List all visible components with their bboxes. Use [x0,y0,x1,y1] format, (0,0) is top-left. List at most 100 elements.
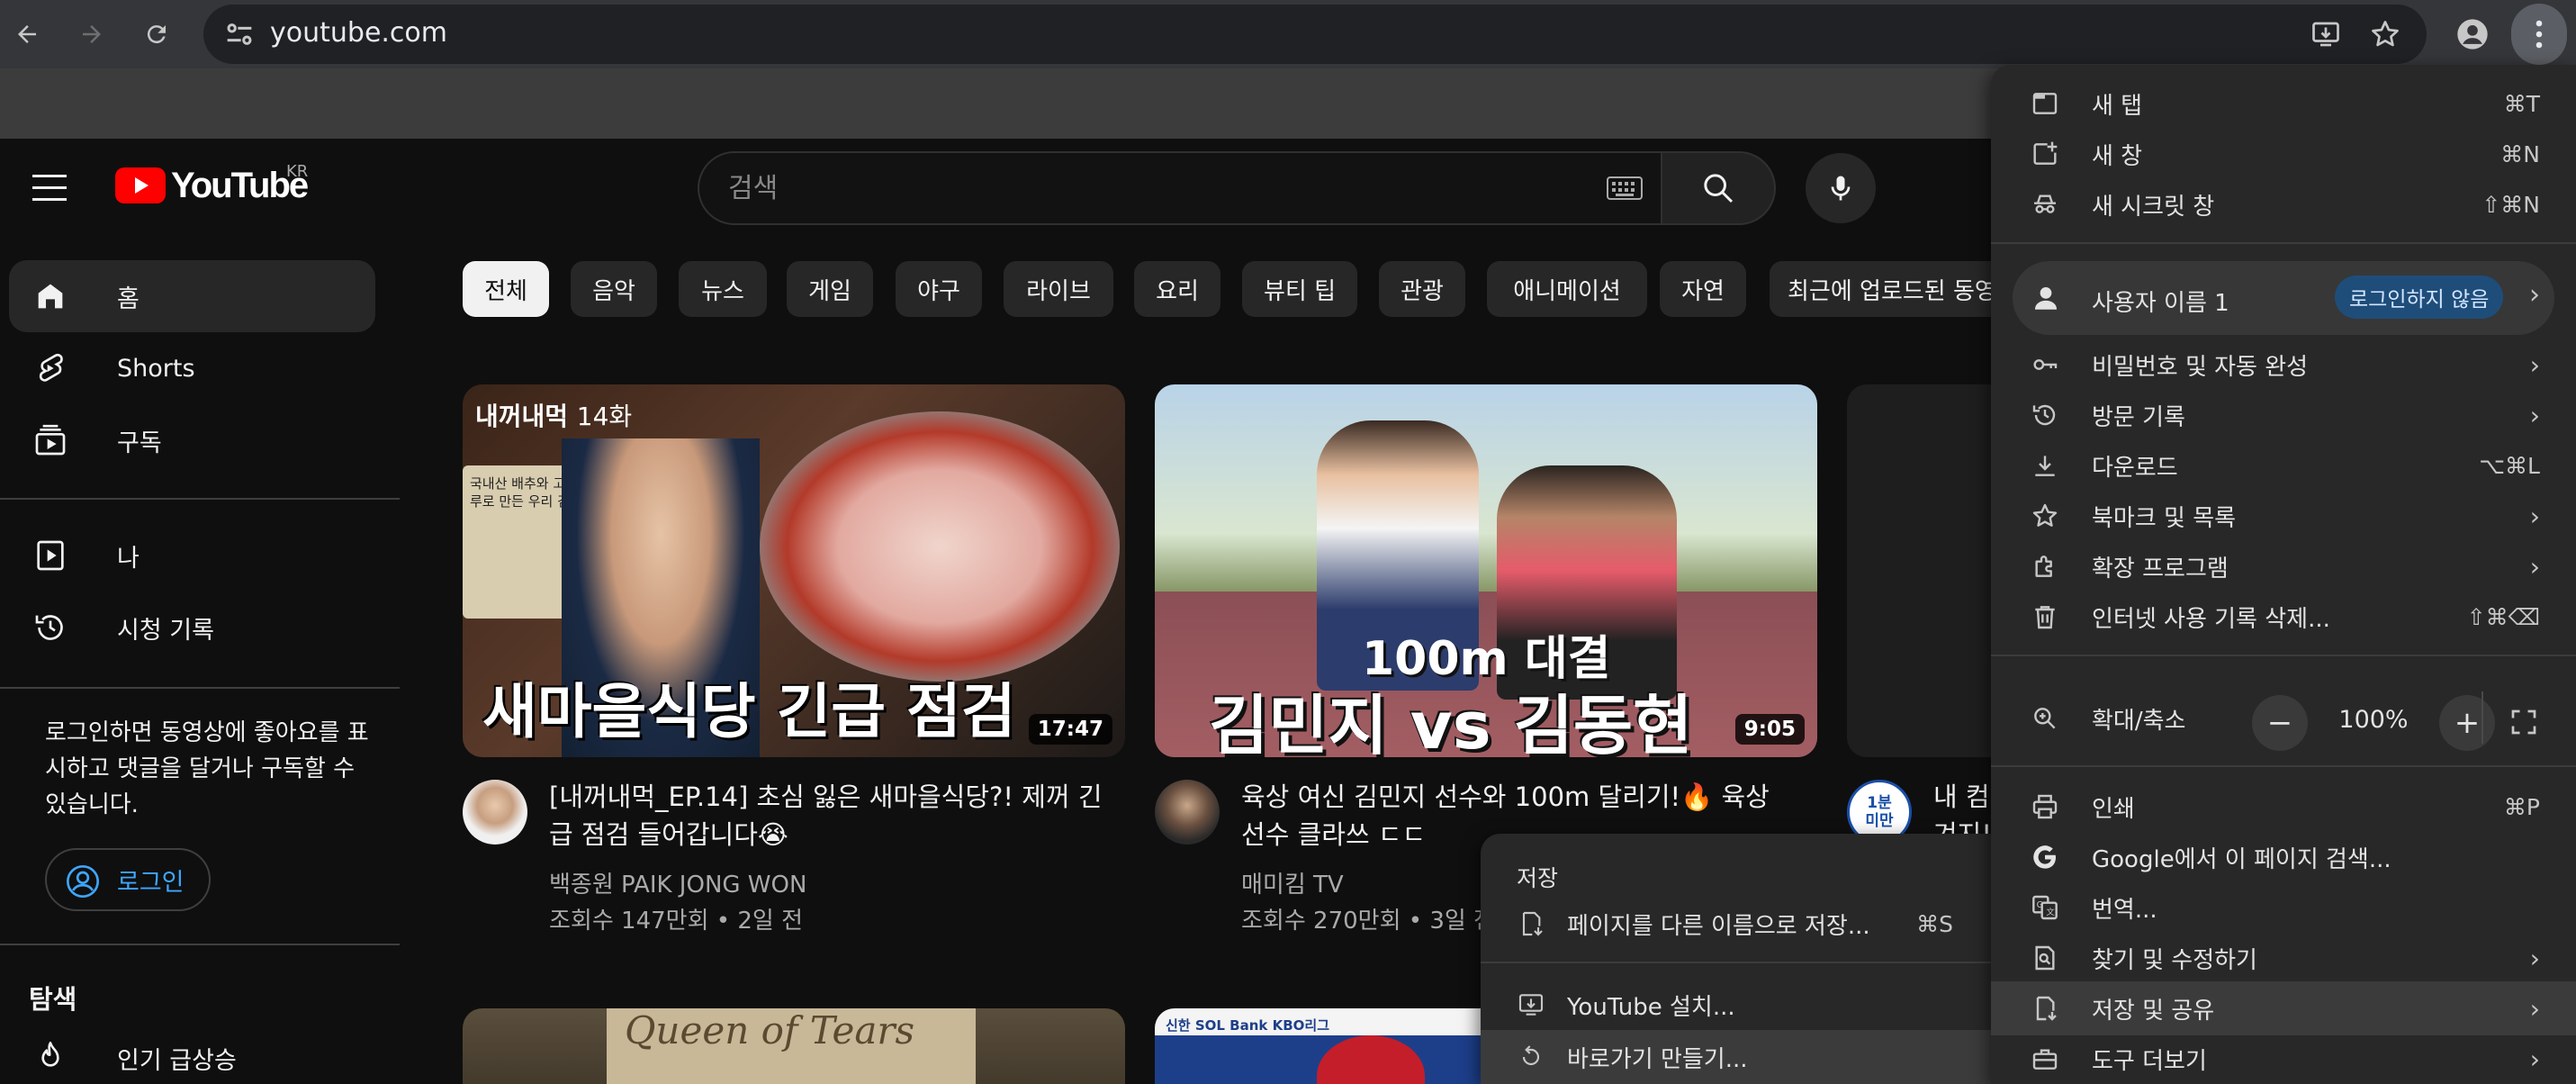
video-title[interactable]: [내꺼내먹_EP.14] 초심 잃은 새마을식당?! 제꺼 긴급 점검 들어갑니… [549,778,1125,854]
menu-passwords-autofill[interactable]: 비밀번호 및 자동 완성 › [1991,339,2576,390]
url-text[interactable]: youtube.com [270,17,447,49]
forward-icon[interactable] [70,13,113,56]
submenu-divider [1481,962,1991,963]
menu-clear-browsing-data[interactable]: 인터넷 사용 기록 삭제... ⇧⌘⌫ [1991,592,2576,642]
menu-extensions[interactable]: 확장 프로그램 › [1991,541,2576,592]
chip-music[interactable]: 음악 [571,261,657,317]
menu-downloads[interactable]: 다운로드 ⌥⌘L [1991,440,2576,491]
tune-icon[interactable] [221,16,257,52]
video-thumbnail[interactable]: 국내산 배추와 고춧가루로 만든 우리 김치 내꺼내먹 14화 새마을식당 긴급… [463,384,1125,757]
zoom-in-button[interactable]: + [2439,695,2495,751]
video-thumbnail[interactable]: 신한 SOL Bank KBO리그 [1155,1008,1515,1084]
sidebar-item-label: 구독 [117,429,162,457]
voice-search-button[interactable] [1806,153,1876,223]
profile-icon[interactable] [2453,14,2492,54]
chip-animation[interactable]: 애니메이션 [1487,261,1647,317]
chip-live[interactable]: 라이브 [1004,261,1113,317]
menu-divider [1991,242,2576,244]
trash-icon [2035,606,2055,629]
save-page-icon [1522,911,1543,936]
chip-news[interactable]: 뉴스 [679,261,767,317]
duration-badge: 9:05 [1734,714,1805,745]
menu-print[interactable]: 인쇄 ⌘P [1991,781,2576,832]
menu-translate[interactable]: G文 번역... [1991,882,2576,933]
sidebar-item-label: 인기 급상승 [117,1046,237,1075]
sidebar-divider [0,687,400,689]
sidebar-item-you[interactable]: 나 [9,519,375,592]
login-button[interactable]: 로그인 [45,848,211,911]
thumb-caption: 김민지 vs 김동현 [1209,688,1693,757]
channel-avatar[interactable] [1155,780,1220,845]
subscriptions-icon [35,424,66,456]
search-button[interactable] [1662,151,1776,225]
shorts-icon [39,353,63,382]
video-meta: 조회수 147만회 • 2일 전 [549,908,804,935]
video-thumbnail[interactable]: 100m 대결 김민지 vs 김동현 9:05 [1155,384,1817,757]
search-input[interactable] [728,169,1538,207]
chip-tourism[interactable]: 관광 [1379,261,1465,317]
kebab-menu-icon[interactable] [2511,4,2567,65]
chip-cooking[interactable]: 요리 [1134,261,1220,317]
channel-avatar[interactable] [463,780,527,845]
keyboard-icon[interactable] [1607,175,1643,202]
svg-text:G: G [2037,900,2043,910]
you-icon [37,540,64,571]
menu-bookmarks[interactable]: 북마크 및 목록 › [1991,491,2576,541]
menu-new-incognito[interactable]: 새 시크릿 창 ⇧⌘N [1991,179,2576,230]
thumb-caption: 새마을식당 긴급 점검 [482,677,1016,746]
chevron-right-icon: › [2529,400,2540,430]
chevron-right-icon: › [2529,1043,2540,1074]
chevron-right-icon: › [2529,501,2540,531]
youtube-logo-icon[interactable] [115,167,166,203]
chip-gaming[interactable]: 게임 [787,261,873,317]
chip-all[interactable]: 전체 [463,261,549,317]
menu-find-and-edit[interactable]: 찾기 및 수정하기 › [1991,933,2576,983]
sidebar-item-trending[interactable]: 인기 급상승 [9,1022,375,1084]
sidebar-item-home[interactable]: 홈 [9,260,375,332]
submenu-header: 저장 [1517,865,1559,891]
fullscreen-icon[interactable] [2508,706,2540,738]
bookmark-star-icon[interactable] [2365,14,2405,54]
sidebar-item-shorts[interactable]: Shorts [9,332,375,404]
chip-nature[interactable]: 자연 [1660,261,1746,317]
browser-toolbar: youtube.com [0,0,2576,68]
zoom-out-button[interactable]: − [2252,695,2308,751]
sidebar-item-subscriptions[interactable]: 구독 [9,404,375,476]
save-page-as-item[interactable]: 페이지를 다른 이름으로 저장... ⌘S [1481,899,1991,949]
menu-more-tools[interactable]: 도구 더보기 › [1991,1034,2576,1084]
channel-name[interactable]: 매미킴 TV [1241,866,1344,899]
menu-new-tab[interactable]: 새 탭 ⌘T [1991,78,2576,129]
star-icon [2032,503,2058,527]
key-icon [2033,359,2058,370]
save-share-icon [2036,996,2057,1021]
install-app-icon[interactable] [2306,14,2346,54]
chip-baseball[interactable]: 야구 [896,261,982,317]
menu-google-search-page[interactable]: Google에서 이 페이지 검색... [1991,832,2576,882]
install-youtube-item[interactable]: YouTube 설치... [1481,980,1991,1030]
download-icon [2035,456,2055,476]
sidebar-item-history[interactable]: 시청 기록 [9,592,375,664]
toolbox-icon [2032,1049,2058,1070]
chevron-right-icon: › [2529,943,2540,973]
reload-icon[interactable] [135,13,178,56]
search-box [698,151,1662,225]
back-icon[interactable] [5,13,49,56]
chip-beauty-tips[interactable]: 뷰티 팁 [1242,261,1357,317]
duration-badge: 17:47 [1028,714,1112,745]
google-icon [2033,845,2056,869]
hamburger-menu-icon[interactable] [32,171,74,205]
account-icon [67,865,99,898]
menu-new-window[interactable]: 새 창 ⌘N [1991,129,2576,179]
address-bar[interactable]: youtube.com [203,5,2427,64]
video-thumbnail[interactable]: Queen of Tears [463,1008,1125,1084]
chrome-main-menu: 새 탭 ⌘T 새 창 ⌘N 새 시크릿 창 ⇧⌘N 사용자 이름 1 로그인하지… [1991,65,2576,1084]
sidebar-item-label: 나 [117,544,140,573]
sidebar-divider [0,498,400,500]
profile-name: 사용자 이름 1 [2092,290,2229,317]
extension-icon [2035,556,2052,577]
create-shortcut-item[interactable]: 바로가기 만들기... [1481,1030,1991,1084]
menu-profile[interactable]: 사용자 이름 1 로그인하지 않음 › [2013,261,2554,335]
channel-name[interactable]: 백종원 PAIK JONG WON [549,866,806,899]
menu-save-and-share[interactable]: 저장 및 공유 › [1991,981,2576,1035]
menu-history[interactable]: 방문 기록 › [1991,390,2576,440]
